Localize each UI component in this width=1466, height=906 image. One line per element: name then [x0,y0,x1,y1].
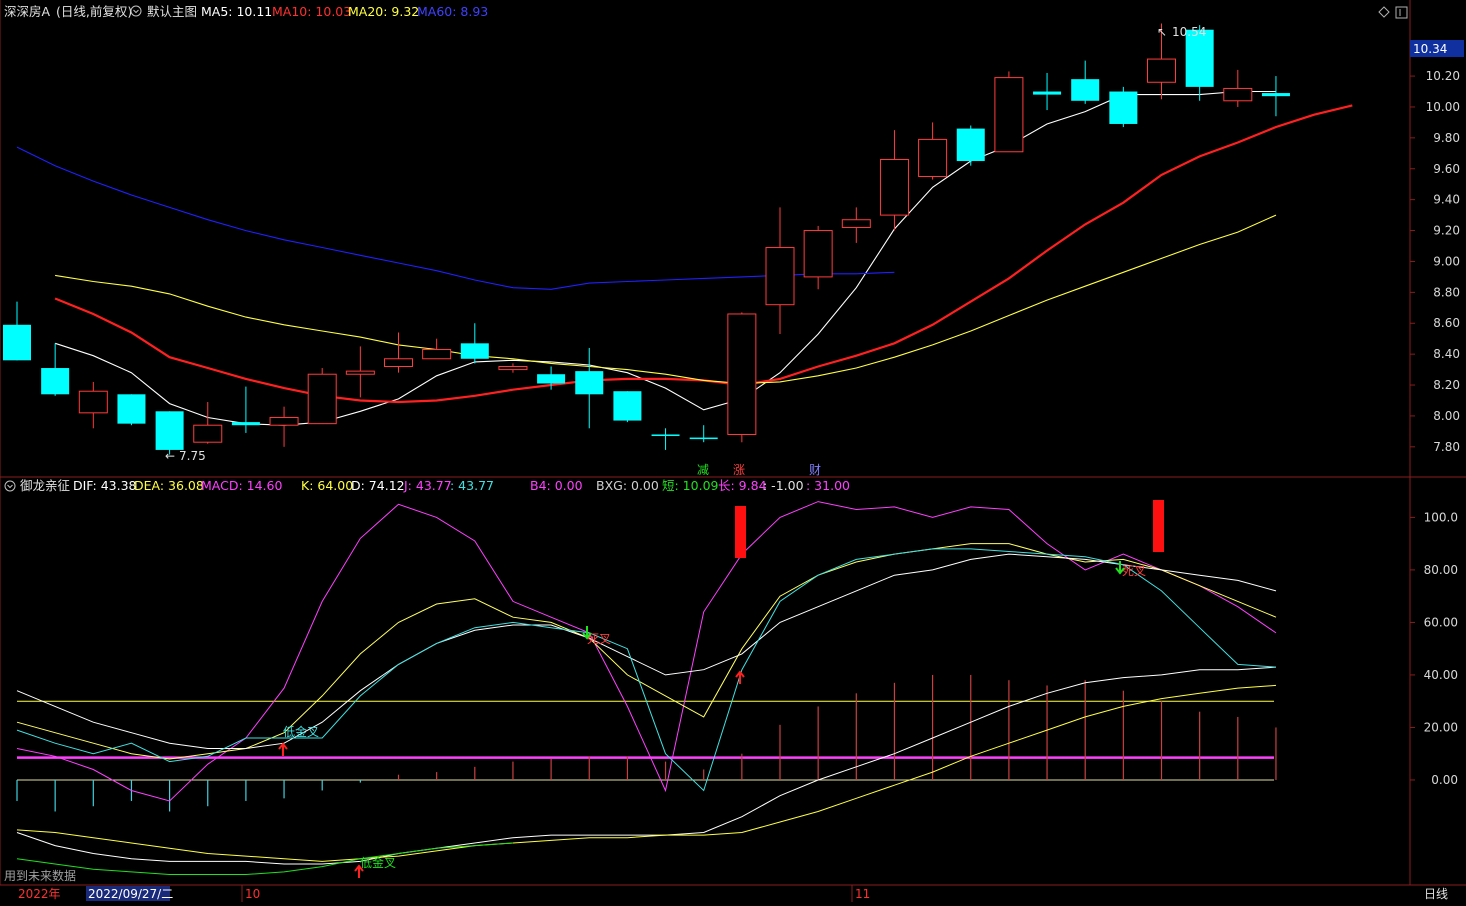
main-indicator-header: 深深房A (日线,前复权) 默认主图 MA5: 10.11 MA10: 10.0… [4,4,488,19]
low-golden-cross-label: 低金叉 [360,855,396,870]
candle-body-up [78,390,108,414]
future-data-note: 用到未来数据 [4,868,76,883]
b4-value: B4: 0.00 [530,478,583,493]
candle-body-down [1071,79,1100,101]
indicator-tick-label: 40.00 [1424,668,1458,682]
price-tick-label: 8.40 [1433,347,1460,361]
indicator-tick-label: 60.00 [1424,615,1458,629]
event-marker-finance[interactable]: 财 [809,463,821,477]
stock-symbol[interactable]: 深深房A [4,4,51,19]
indicator-tick-label: 0.00 [1431,773,1458,787]
event-marker-reduce[interactable]: 减 [697,463,709,477]
candle-body-down [689,437,718,440]
candle-body-up [422,349,452,360]
ma60-value: MA60: 8.93 [417,4,488,19]
event-marker-limit-up[interactable]: 涨 [733,462,745,477]
candle-body-down [537,374,566,384]
candle-body-up [193,424,223,443]
candle-body-up [345,370,375,375]
bxg-value: BXG: 0.00 [596,478,659,493]
candle-body-down [575,371,604,395]
candle-body-down [117,394,146,424]
candle-body-up [879,158,909,216]
long-value: 长: 9.84 [718,478,767,493]
cursor-date: 2022/09/27/二 [88,887,173,901]
candle-body-down [41,368,70,395]
low-golden-cross-label: 低金叉 [283,724,319,739]
period-button[interactable]: 日线 [1424,887,1448,901]
price-tick-label: 10.00 [1426,100,1460,114]
indicator-name[interactable]: 御龙亲征 [20,478,71,493]
candle-body-up [1223,87,1253,102]
candle-body-up [918,138,948,177]
dif-value: DIF: 43.38 [73,478,137,493]
diff-value: : -1.00 [763,478,804,493]
candle-body-down [613,391,642,421]
v31-value: : 31.00 [806,478,850,493]
candle-body-down [1261,93,1290,97]
j-value: J: 43.77 [403,478,452,493]
signal-bar [735,506,746,558]
candle-body-up [841,219,871,228]
price-tick-label: 9.40 [1433,193,1460,207]
current-price-value: 10.34 [1413,42,1447,56]
j2-value: : 43.77 [450,478,494,493]
chart-canvas: 深深房A (日线,前复权) 默认主图 MA5: 10.11 MA10: 10.0… [0,0,1466,902]
svg-text:←: ← [165,449,175,463]
template-name[interactable]: 默认主图 [147,4,197,19]
candle-body-up [269,416,299,426]
low-value: 7.75 [179,449,206,463]
candle-body-down [231,422,260,426]
candle-body-up [384,358,413,367]
candle-body-down [155,411,184,450]
candle-body-down [460,343,489,359]
d-value: D: 74.12 [351,478,405,493]
indicator-tick-label: 100.0 [1424,510,1458,524]
price-tick-label: 10.20 [1426,69,1460,83]
candle-body-up [765,247,795,306]
price-tick-label: 8.20 [1433,378,1460,392]
price-tick-label: 8.80 [1433,285,1460,299]
candle-body-up [803,230,833,278]
indicator-tick-label: 20.00 [1424,720,1458,734]
month-10-label: 10 [245,887,260,901]
current-price-tag: 10.34 [1410,40,1464,57]
candle-body-down [3,324,31,361]
ma5-value: MA5: 10.11 [201,4,272,19]
candle-body-up [727,313,757,435]
candle-body-down [956,128,985,162]
month-11-label: 11 [855,887,870,901]
ma10-value: MA10: 10.03 [272,4,351,19]
candle-body-up [994,77,1024,153]
candle-body-down [651,434,680,437]
price-tick-label: 8.60 [1433,316,1460,330]
stock-chart-window: 深深房A (日线,前复权) 默认主图 MA5: 10.11 MA10: 10.0… [0,0,1466,902]
high-value: 10.54 [1172,25,1206,39]
candle-body-up [307,373,337,425]
ma20-value: MA20: 9.32 [348,4,419,19]
candle-body-down [1109,91,1138,124]
k-value: K: 64.00 [301,478,353,493]
candle-body-up [1147,58,1176,83]
candle-body-down [1033,91,1062,95]
signal-bar [1153,500,1164,552]
sub-indicator-header: 御龙亲征 DIF: 43.38 DEA: 36.08 MACD: 14.60 K… [4,478,850,493]
price-tick-label: 9.00 [1433,254,1460,268]
price-tick-label: 7.80 [1433,440,1460,454]
dead-cross-label: 死叉 [1122,564,1146,578]
year-label: 2022年 [18,887,61,901]
period-label: (日线,前复权) [56,4,132,19]
price-tick-label: 8.00 [1433,409,1460,423]
short-value: 短: 10.09 [662,478,719,493]
svg-text:↖: ↖ [1157,25,1167,39]
price-tick-label: 9.20 [1433,224,1460,238]
dea-value: DEA: 36.08 [134,478,204,493]
price-tick-label: 9.80 [1433,131,1460,145]
candle-body-up [498,365,528,371]
low-annotation: ← 7.75 [165,449,206,463]
high-annotation: ↖ 10.54 [1157,25,1206,39]
price-tick-label: 9.60 [1433,162,1460,176]
indicator-tick-label: 80.00 [1424,563,1458,577]
macd-value: MACD: 14.60 [201,478,282,493]
